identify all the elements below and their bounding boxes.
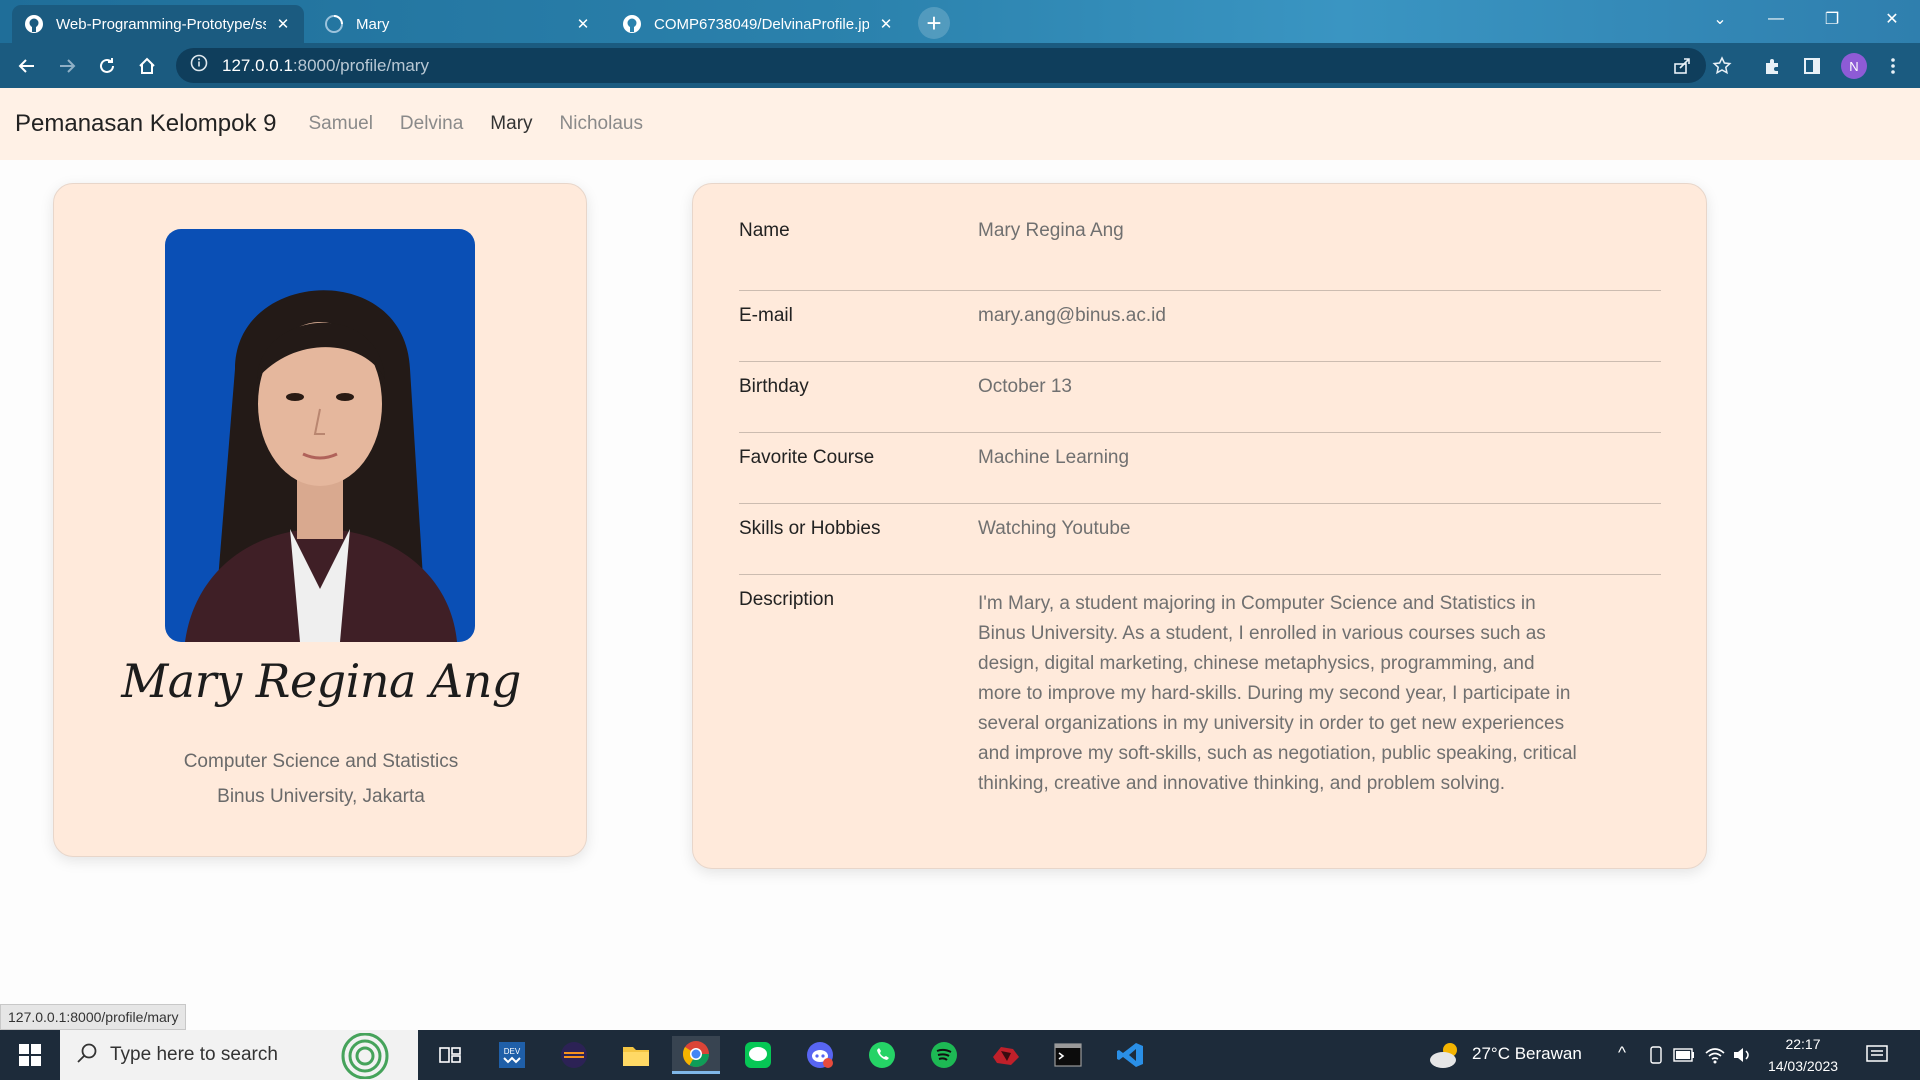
bookmark-star-icon[interactable] [1706,50,1738,82]
file-explorer-icon[interactable] [612,1036,660,1074]
whatsapp-app-icon[interactable] [858,1036,906,1074]
weather-text[interactable]: 27°C Berawan [1472,1044,1582,1064]
tab-github-prototype[interactable]: Web-Programming-Prototype/ss ✕ [12,5,304,43]
clock-time: 22:17 [1785,1036,1821,1052]
detail-label: Birthday [739,376,809,397]
forward-arrow-icon[interactable] [51,50,83,82]
profile-signature-name: Mary Regina Ang [121,654,521,708]
speaker-icon[interactable] [1732,1046,1754,1069]
wifi-icon[interactable] [1704,1046,1726,1069]
detail-value: Watching Youtube [978,518,1131,539]
detail-row-birthday: Birthday October 13 [739,362,1661,433]
detail-row-favorite-course: Favorite Course Machine Learning [739,433,1661,504]
search-placeholder: Type here to search [110,1044,278,1065]
eclipse-app-icon[interactable] [550,1036,598,1074]
browser-toolbar: 127.0.0.1:8000/profile/mary N [0,43,1920,88]
detail-row-email: E-mail mary.ang@binus.ac.id [739,291,1661,362]
minimize-button[interactable]: — [1748,0,1804,37]
github-icon [24,14,44,34]
github-icon [622,14,642,34]
profile-card: Mary Regina Ang Computer Science and Sta… [53,183,587,857]
nav-link-delvina[interactable]: Delvina [400,113,463,135]
weather-cloud-icon[interactable] [1428,1040,1462,1075]
url-path: :8000/profile/mary [292,55,429,75]
terminal-app-icon[interactable] [1044,1036,1092,1074]
tab-title: Mary [356,15,390,33]
detail-label: Favorite Course [739,447,875,468]
profile-photo [165,229,475,642]
reload-icon[interactable] [91,50,123,82]
search-icon [76,1042,98,1069]
browser-tab-strip: Web-Programming-Prototype/ss ✕ Mary ✕ CO… [0,0,1920,43]
loading-globe-icon [324,14,344,34]
site-navbar: Pemanasan Kelompok 9 Samuel Delvina Mary… [0,88,1920,160]
taskbar-clock[interactable]: 22:17 14/03/2023 [1755,1033,1851,1077]
tab-search-chevron-icon[interactable]: ⌄ [1692,0,1748,37]
link-hover-status: 127.0.0.1:8000/profile/mary [0,1004,187,1030]
restore-button[interactable]: ❐ [1804,0,1860,37]
windows-start-icon[interactable] [10,1040,50,1070]
notifications-icon[interactable] [1866,1045,1888,1070]
address-bar[interactable]: 127.0.0.1:8000/profile/mary [176,48,1706,83]
details-card: Name Mary Regina Ang E-mail mary.ang@bin… [692,183,1707,869]
tab-github-delvina[interactable]: COMP6738049/DelvinaProfile.jpg ✕ [610,5,907,43]
chrome-app-icon[interactable] [672,1036,720,1074]
task-view-icon[interactable] [426,1036,474,1074]
tab-title: Web-Programming-Prototype/ss [56,15,266,33]
detail-value: Machine Learning [978,447,1130,468]
search-highlight-icon[interactable] [330,1032,400,1080]
new-tab-button[interactable]: + [918,7,950,39]
discord-app-icon[interactable] [796,1036,844,1074]
clock-date: 14/03/2023 [1767,1058,1839,1074]
detail-row-name: Name Mary Regina Ang [739,220,1661,291]
url-host: 127.0.0.1 [222,55,293,75]
close-tab-icon[interactable]: ✕ [877,15,895,33]
side-panel-icon[interactable] [1796,50,1828,82]
extensions-puzzle-icon[interactable] [1756,50,1788,82]
site-info-icon[interactable] [190,54,208,77]
windows-taskbar: Type here to search DEV 27°C Berawan ^ 2… [0,1030,1920,1080]
profile-avatar[interactable]: N [1841,53,1867,79]
line-app-icon[interactable] [734,1036,782,1074]
spotify-app-icon[interactable] [920,1036,968,1074]
nav-link-samuel[interactable]: Samuel [309,113,373,135]
close-tab-icon[interactable]: ✕ [274,15,292,33]
home-icon[interactable] [131,50,163,82]
detail-label: Description [739,589,835,610]
vscode-app-icon[interactable] [1106,1036,1154,1074]
kebab-menu-icon[interactable] [1877,50,1909,82]
nav-link-nicholaus[interactable]: Nicholaus [560,113,643,135]
share-icon[interactable] [1666,50,1698,82]
navbar-brand[interactable]: Pemanasan Kelompok 9 [15,110,277,138]
detail-value: Mary Regina Ang [978,220,1124,241]
detail-label: Name [739,220,790,241]
profile-university: Binus University, Jakarta [217,786,425,807]
tab-mary[interactable]: Mary ✕ [312,5,604,43]
description-text: I'm Mary, a student majoring in Computer… [978,593,1577,794]
detail-value: October 13 [978,376,1072,397]
battery-icon[interactable] [1673,1048,1695,1067]
taskbar-search-input[interactable]: Type here to search [60,1030,418,1080]
detail-label: Skills or Hobbies [739,518,881,539]
detail-value: mary.ang@binus.ac.id [978,305,1166,326]
profile-major: Computer Science and Statistics [183,751,459,772]
tray-chevron-up-icon[interactable]: ^ [1618,1043,1626,1063]
page-viewport: Pemanasan Kelompok 9 Samuel Delvina Mary… [0,88,1920,1030]
svg-text:DEV: DEV [504,1047,521,1056]
close-tab-icon[interactable]: ✕ [574,15,592,33]
back-arrow-icon[interactable] [11,50,43,82]
detail-row-skills-hobbies: Skills or Hobbies Watching Youtube [739,504,1661,575]
nav-link-mary[interactable]: Mary [490,113,532,135]
detail-row-description: Description I'm Mary, a student majoring… [739,589,1661,839]
detail-label: E-mail [739,305,793,326]
game-app-icon[interactable] [982,1036,1030,1074]
close-window-button[interactable]: ✕ [1864,0,1920,37]
tab-title: COMP6738049/DelvinaProfile.jpg [654,15,869,33]
devcpp-app-icon[interactable]: DEV [488,1036,536,1074]
device-icon[interactable] [1648,1046,1664,1069]
